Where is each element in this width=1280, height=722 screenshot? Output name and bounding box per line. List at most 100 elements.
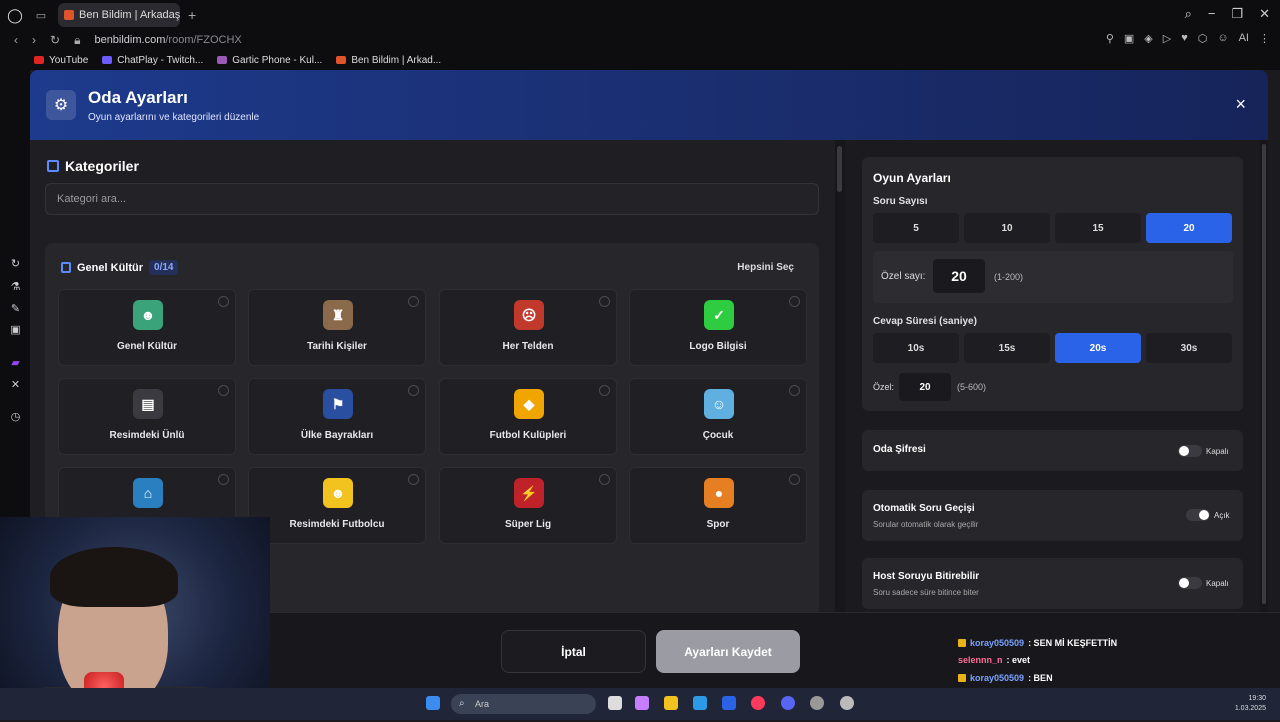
copilot-icon[interactable] — [635, 696, 649, 710]
task-view-icon[interactable] — [608, 696, 622, 710]
settings-scrollbar[interactable] — [1260, 140, 1268, 690]
answer-time-option[interactable]: 20s — [1055, 333, 1141, 363]
app-icon[interactable] — [840, 696, 854, 710]
custom-time-input[interactable] — [899, 373, 951, 401]
close-window-icon[interactable]: ✕ — [1259, 6, 1270, 22]
answer-time-option[interactable]: 15s — [964, 333, 1050, 363]
categories-scrollbar[interactable] — [835, 140, 845, 690]
scrollbar-thumb[interactable] — [837, 146, 842, 192]
taskbar-search[interactable]: ⌕ Ara — [451, 694, 596, 714]
browser-tab[interactable]: Ben Bildim | Arkadaşlarınla — [58, 3, 180, 27]
save-settings-button[interactable]: Ayarları Kaydet — [656, 630, 800, 673]
custom-count-input[interactable] — [933, 259, 985, 293]
opera-logo-icon[interactable]: ◯ — [0, 0, 30, 30]
group-header: Genel Kültür 0/14 — [61, 260, 179, 275]
x-icon[interactable]: ✕ — [9, 379, 22, 392]
shield-icon[interactable]: ◈ — [1144, 32, 1152, 45]
category-card[interactable]: ♜ Tarihi Kişiler — [248, 289, 426, 366]
play-icon[interactable]: ▷ — [1163, 32, 1171, 45]
select-all-button[interactable]: Hepsini Seç — [737, 262, 794, 273]
obs-icon[interactable] — [810, 696, 824, 710]
twitch-icon[interactable]: ▰ — [9, 357, 22, 370]
minimize-icon[interactable]: − — [1208, 6, 1216, 22]
category-radio[interactable] — [599, 296, 610, 307]
extensions-icon[interactable]: ⬡ — [1198, 32, 1208, 45]
bookmarks-bar: YouTube ChatPlay - Twitch... Gartic Phone … — [0, 50, 1280, 70]
category-card[interactable]: ⚑ Ülke Bayrakları — [248, 378, 426, 455]
flask-icon[interactable]: ⚗ — [9, 281, 22, 294]
question-count-option[interactable]: 20 — [1146, 213, 1232, 243]
category-card[interactable]: ☻ Genel Kültür — [58, 289, 236, 366]
webcam-person-hair — [50, 547, 178, 607]
taskbar-clock[interactable]: 19:30 1.03.2025 — [1235, 694, 1266, 714]
toggle-switch[interactable] — [1178, 577, 1202, 589]
category-card[interactable]: ● Spor — [629, 467, 807, 544]
category-radio[interactable] — [408, 474, 419, 485]
new-tab-button[interactable]: + — [188, 7, 196, 23]
toggle-switch[interactable] — [1186, 509, 1210, 521]
answer-time-option[interactable]: 10s — [873, 333, 959, 363]
question-count-option[interactable]: 15 — [1055, 213, 1141, 243]
restore-icon[interactable]: ❐ — [1231, 6, 1243, 22]
back-icon[interactable]: ‹ — [14, 33, 18, 47]
toggle-setting-panel: Otomatik Soru Geçişi Sorular otomatik ola… — [862, 490, 1243, 541]
bookmark-label: Gartic Phone - Kul... — [232, 54, 323, 66]
history-icon[interactable]: ◷ — [9, 411, 22, 424]
close-icon[interactable]: × — [1235, 94, 1246, 115]
category-radio[interactable] — [218, 296, 229, 307]
address-bar-icons: ⚲ ▣ ◈ ▷ ♥ ⬡ ☺ AI ⋮ — [1106, 32, 1270, 45]
category-radio[interactable] — [789, 385, 800, 396]
bookmark-item[interactable]: Gartic Phone - Kul... — [217, 55, 322, 66]
toggle-switch[interactable] — [1178, 445, 1202, 457]
snapshot-icon[interactable]: ▣ — [1124, 32, 1134, 45]
category-card[interactable]: ⚡ Süper Lig — [439, 467, 617, 544]
tab-manager-icon[interactable]: ▭ — [30, 9, 52, 22]
category-radio[interactable] — [789, 296, 800, 307]
heart-icon[interactable]: ♥ — [1181, 32, 1188, 45]
opera-taskbar-icon[interactable] — [751, 696, 765, 710]
edge-icon[interactable] — [693, 696, 707, 710]
pin-icon[interactable]: ⚲ — [1106, 32, 1114, 45]
tab-title: Ben Bildim | Arkadaşlarınla — [79, 9, 180, 21]
category-radio[interactable] — [789, 474, 800, 485]
category-radio[interactable] — [408, 296, 419, 307]
bookmark-item[interactable]: ChatPlay - Twitch... — [102, 55, 203, 66]
profile-icon[interactable]: ☺ — [1217, 32, 1228, 45]
forward-icon[interactable]: › — [32, 33, 36, 47]
edit-icon[interactable]: ✎ — [9, 303, 22, 316]
ai-button[interactable]: AI — [1239, 32, 1249, 45]
app-m-icon[interactable]: ▣ — [9, 324, 22, 337]
category-radio[interactable] — [408, 385, 419, 396]
reload-icon[interactable]: ↻ — [50, 33, 60, 47]
category-card[interactable]: ☻ Resimdeki Futbolcu — [248, 467, 426, 544]
windows-start-icon[interactable] — [426, 696, 440, 710]
bookmark-item[interactable]: Ben Bildim | Arkad... — [336, 55, 441, 66]
menu-icon[interactable]: ⋮ — [1259, 32, 1270, 45]
category-radio[interactable] — [599, 385, 610, 396]
question-count-label: Soru Sayısı — [873, 196, 928, 207]
refresh-icon[interactable]: ↻ — [9, 258, 22, 271]
bookmark-item[interactable]: YouTube — [34, 55, 88, 66]
discord-icon[interactable] — [781, 696, 795, 710]
category-radio[interactable] — [218, 474, 229, 485]
category-card[interactable]: ☹ Her Telden — [439, 289, 617, 366]
footballer-icon: ☻ — [323, 478, 353, 508]
category-card[interactable]: ◆ Futbol Kulüpleri — [439, 378, 617, 455]
file-explorer-icon[interactable] — [664, 696, 678, 710]
custom-count-label: Özel sayı: — [881, 271, 926, 282]
custom-question-count-row: Özel sayı: (1-200) — [873, 251, 1233, 303]
category-card[interactable]: ☺ Çocuk — [629, 378, 807, 455]
url-field[interactable]: benbildim.com/room/FZOCHX — [94, 34, 241, 46]
answer-time-option[interactable]: 30s — [1146, 333, 1232, 363]
category-search-input[interactable] — [45, 183, 819, 215]
search-icon[interactable]: ⌕ — [1185, 6, 1192, 22]
scrollbar-thumb[interactable] — [1262, 144, 1266, 604]
category-radio[interactable] — [599, 474, 610, 485]
category-card[interactable]: ✓ Logo Bilgisi — [629, 289, 807, 366]
question-count-option[interactable]: 5 — [873, 213, 959, 243]
category-card[interactable]: ▤ Resimdeki Ünlü — [58, 378, 236, 455]
store-icon[interactable] — [722, 696, 736, 710]
cancel-button[interactable]: İptal — [501, 630, 646, 673]
question-count-option[interactable]: 10 — [964, 213, 1050, 243]
category-radio[interactable] — [218, 385, 229, 396]
